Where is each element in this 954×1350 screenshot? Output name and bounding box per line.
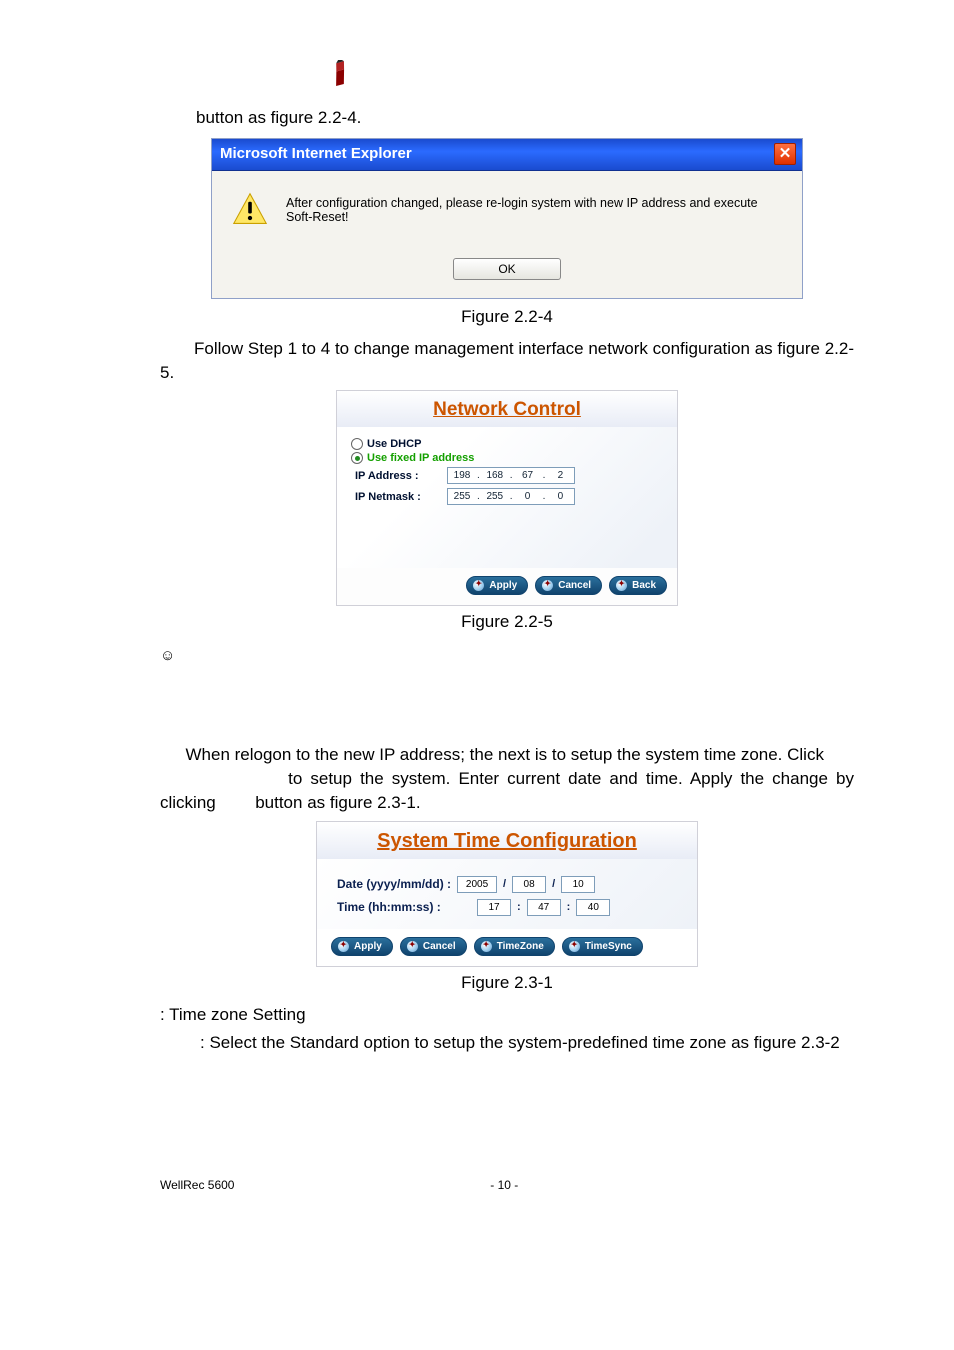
dialog-titlebar: Microsoft Internet Explorer ✕	[212, 139, 802, 171]
para-relogon: When relogon to the new IP address; the …	[160, 743, 854, 814]
ie-dialog: Microsoft Internet Explorer ✕ After conf…	[211, 138, 803, 299]
dialog-title: Microsoft Internet Explorer	[220, 145, 412, 162]
cancel-button[interactable]: Cancel	[535, 576, 602, 595]
date-row: Date (yyyy/mm/dd) : 2005 / 08 / 10	[337, 873, 677, 896]
tz-label: : Time zone Setting	[160, 1003, 854, 1027]
footer-left: WellRec 5600	[160, 1178, 234, 1192]
caption-224: Figure 2.2-4	[160, 307, 854, 327]
back-button[interactable]: Back	[609, 576, 667, 595]
para-button-as: button as figure 2.2-4.	[160, 106, 854, 130]
pill-icon	[338, 941, 349, 952]
pill-icon	[542, 580, 553, 591]
pill-icon	[481, 941, 492, 952]
cancel-button[interactable]: Cancel	[400, 937, 467, 956]
para-follow: Follow Step 1 to 4 to change management …	[160, 337, 854, 385]
apply-button[interactable]: Apply	[466, 576, 528, 595]
caption-225: Figure 2.2-5	[160, 612, 854, 632]
dialog-message: After configuration changed, please re-l…	[286, 196, 762, 224]
close-icon[interactable]: ✕	[774, 143, 796, 165]
timezone-button[interactable]: TimeZone	[474, 937, 555, 956]
minute-input[interactable]: 47	[527, 899, 561, 916]
radio-on-icon	[351, 452, 363, 464]
year-input[interactable]: 2005	[457, 876, 497, 893]
network-control-panel: Network Control Use DHCP Use fixed IP ad…	[336, 390, 678, 606]
radio-off-icon	[351, 438, 363, 450]
ip-address-row: IP Address : 198. 168. 67. 2	[351, 465, 663, 486]
system-time-title: System Time Configuration	[317, 822, 697, 859]
month-input[interactable]: 08	[512, 876, 546, 893]
pill-icon	[616, 580, 627, 591]
ip-netmask-row: IP Netmask : 255. 255. 0. 0	[351, 486, 663, 507]
timesync-button[interactable]: TimeSync	[562, 937, 643, 956]
system-time-panel: System Time Configuration Date (yyyy/mm/…	[316, 821, 698, 967]
apply-button[interactable]: Apply	[331, 937, 393, 956]
day-input[interactable]: 10	[561, 876, 595, 893]
netmask-input[interactable]: 255. 255. 0. 0	[447, 488, 575, 505]
network-title: Network Control	[337, 391, 677, 427]
page-footer: WellRec 5600 - 10 -	[160, 1058, 854, 1192]
tz-desc: : Select the Standard option to setup th…	[160, 1031, 854, 1055]
second-input[interactable]: 40	[576, 899, 610, 916]
hour-input[interactable]: 17	[477, 899, 511, 916]
time-row: Time (hh:mm:ss) : 17 : 47 : 40	[337, 896, 677, 919]
pill-icon	[473, 580, 484, 591]
use-dhcp-radio[interactable]: Use DHCP	[351, 437, 663, 451]
smile-icon: ☺	[160, 647, 854, 664]
ip-address-input[interactable]: 198. 168. 67. 2	[447, 467, 575, 484]
footer-page: - 10 -	[490, 1178, 518, 1192]
pill-icon	[407, 941, 418, 952]
use-fixed-radio[interactable]: Use fixed IP address	[351, 451, 663, 465]
logo-icon	[325, 60, 359, 99]
caption-231: Figure 2.3-1	[160, 973, 854, 993]
warning-icon	[232, 191, 268, 230]
pill-icon	[569, 941, 580, 952]
ok-button[interactable]: OK	[453, 258, 561, 280]
